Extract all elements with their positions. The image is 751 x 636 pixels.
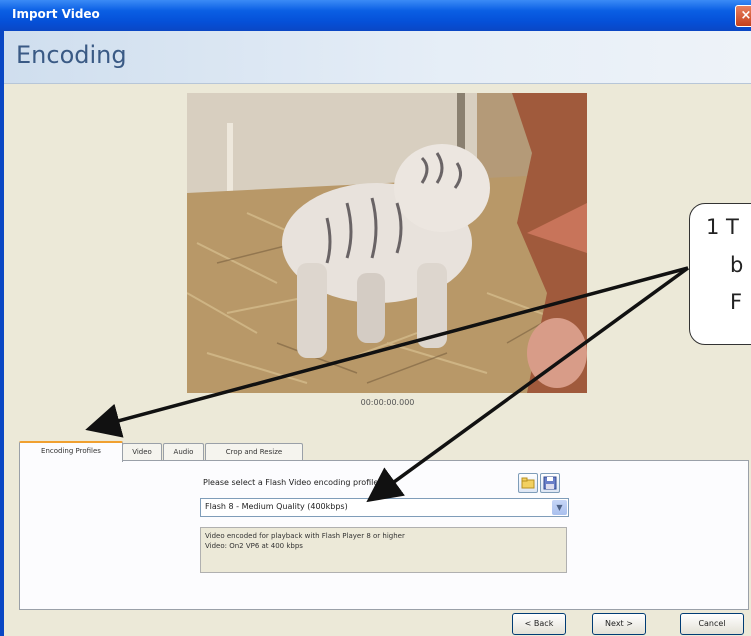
tab-encoding-profiles[interactable]: Encoding Profiles xyxy=(19,441,123,462)
arrow-to-tab xyxy=(85,266,689,438)
arrow-to-select xyxy=(366,266,690,503)
annotation-arrows xyxy=(85,266,690,503)
